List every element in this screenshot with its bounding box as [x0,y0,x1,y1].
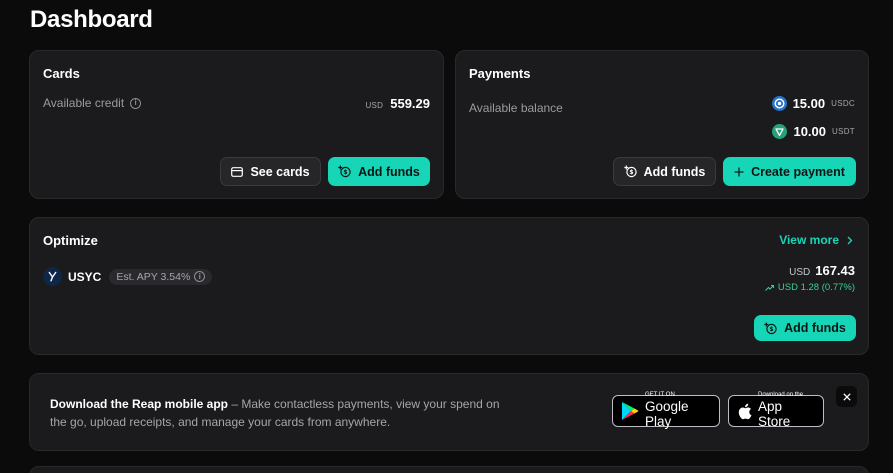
usdt-amount: 10.00 [793,124,827,139]
usyc-logo-icon [43,267,62,286]
available-credit-value: USD 559.29 [365,96,430,111]
svg-text:$: $ [344,169,348,176]
add-funds-label: Add funds [358,164,420,179]
usyc-change: USD 1.28 (0.77%) [765,282,855,293]
add-funds-button[interactable]: $ Add funds [328,157,430,186]
cards-panel: Cards Available credit i USD 559.29 See … [29,50,444,199]
available-credit-label: Available credit [43,96,125,110]
see-cards-label: See cards [250,164,310,179]
available-balance-label: Available balance [469,101,563,115]
view-more-link[interactable]: View more [779,233,853,247]
usdt-icon [772,124,788,139]
google-play-badge[interactable]: GET IT ON Google Play [612,392,720,429]
create-payment-button[interactable]: Create payment [723,157,856,186]
svg-text:$: $ [770,326,774,333]
svg-text:$: $ [629,169,633,176]
chevron-right-icon [847,236,853,245]
google-play-small-text: GET IT ON [645,392,675,399]
balance-row-usdc: 15.00 USDC [771,96,855,111]
credit-card-icon [231,166,244,177]
usyc-amount: 167.43 [815,263,855,278]
add-funds-icon: $ [338,165,351,178]
banner-text: Download the Reap mobile app – Make cont… [50,395,505,431]
usdt-currency: USDT [832,127,855,136]
create-payment-label: Create payment [751,164,845,179]
payments-panel: Payments Available balance 15.00 USDC 10… [455,50,869,199]
app-store-big-text: App Store [758,399,791,429]
view-more-label: View more [779,233,839,247]
optimize-panel: Optimize View more USYC Est. APY 3.54% i… [29,217,869,355]
google-play-icon [621,401,639,421]
trend-up-icon [765,284,774,291]
info-icon[interactable]: i [130,97,142,109]
usyc-change-label: USD 1.28 (0.77%) [777,282,855,293]
apy-label: Est. APY 3.54% [116,270,191,283]
add-funds-icon: $ [623,165,637,178]
optimize-add-funds-button[interactable]: $ Add funds [754,315,856,341]
next-panel-edge [29,466,869,473]
credit-amount: 559.29 [390,96,430,111]
optimize-title: Optimize [43,233,98,248]
add-funds-icon: $ [764,322,777,335]
payments-title: Payments [469,66,531,81]
app-store-badge[interactable]: Download on the App Store [728,392,824,429]
see-cards-button[interactable]: See cards [220,157,321,186]
payments-add-funds-label: Add funds [643,164,706,179]
currency-label: USD [365,101,384,110]
cards-title: Cards [43,66,80,81]
plus-icon [734,167,744,177]
usyc-value: USD 167.43 [789,263,855,278]
apy-badge: Est. APY 3.54% i [109,268,213,285]
usyc-name: USYC [68,269,102,284]
balance-row-usdt: 10.00 USDT [772,124,855,139]
usdc-amount: 15.00 [792,96,826,111]
close-icon [842,392,851,401]
usyc-row: USYC Est. APY 3.54% i [43,267,213,286]
download-app-banner: Download the Reap mobile app – Make cont… [29,373,869,451]
payments-add-funds-button[interactable]: $ Add funds [613,157,716,186]
apple-icon [737,403,752,420]
available-credit-row: Available credit i [43,96,142,110]
banner-title: Download the Reap mobile app [50,397,229,411]
app-store-small-text: Download on the [758,392,804,399]
close-banner-button[interactable] [836,386,857,407]
usdc-icon [771,96,787,111]
google-play-big-text: Google Play [645,399,689,429]
usdc-currency: USDC [831,99,855,108]
page-title: Dashboard [30,6,153,33]
info-icon[interactable]: i [194,271,206,282]
usyc-currency: USD [789,267,811,278]
optimize-add-funds-label: Add funds [784,321,846,335]
